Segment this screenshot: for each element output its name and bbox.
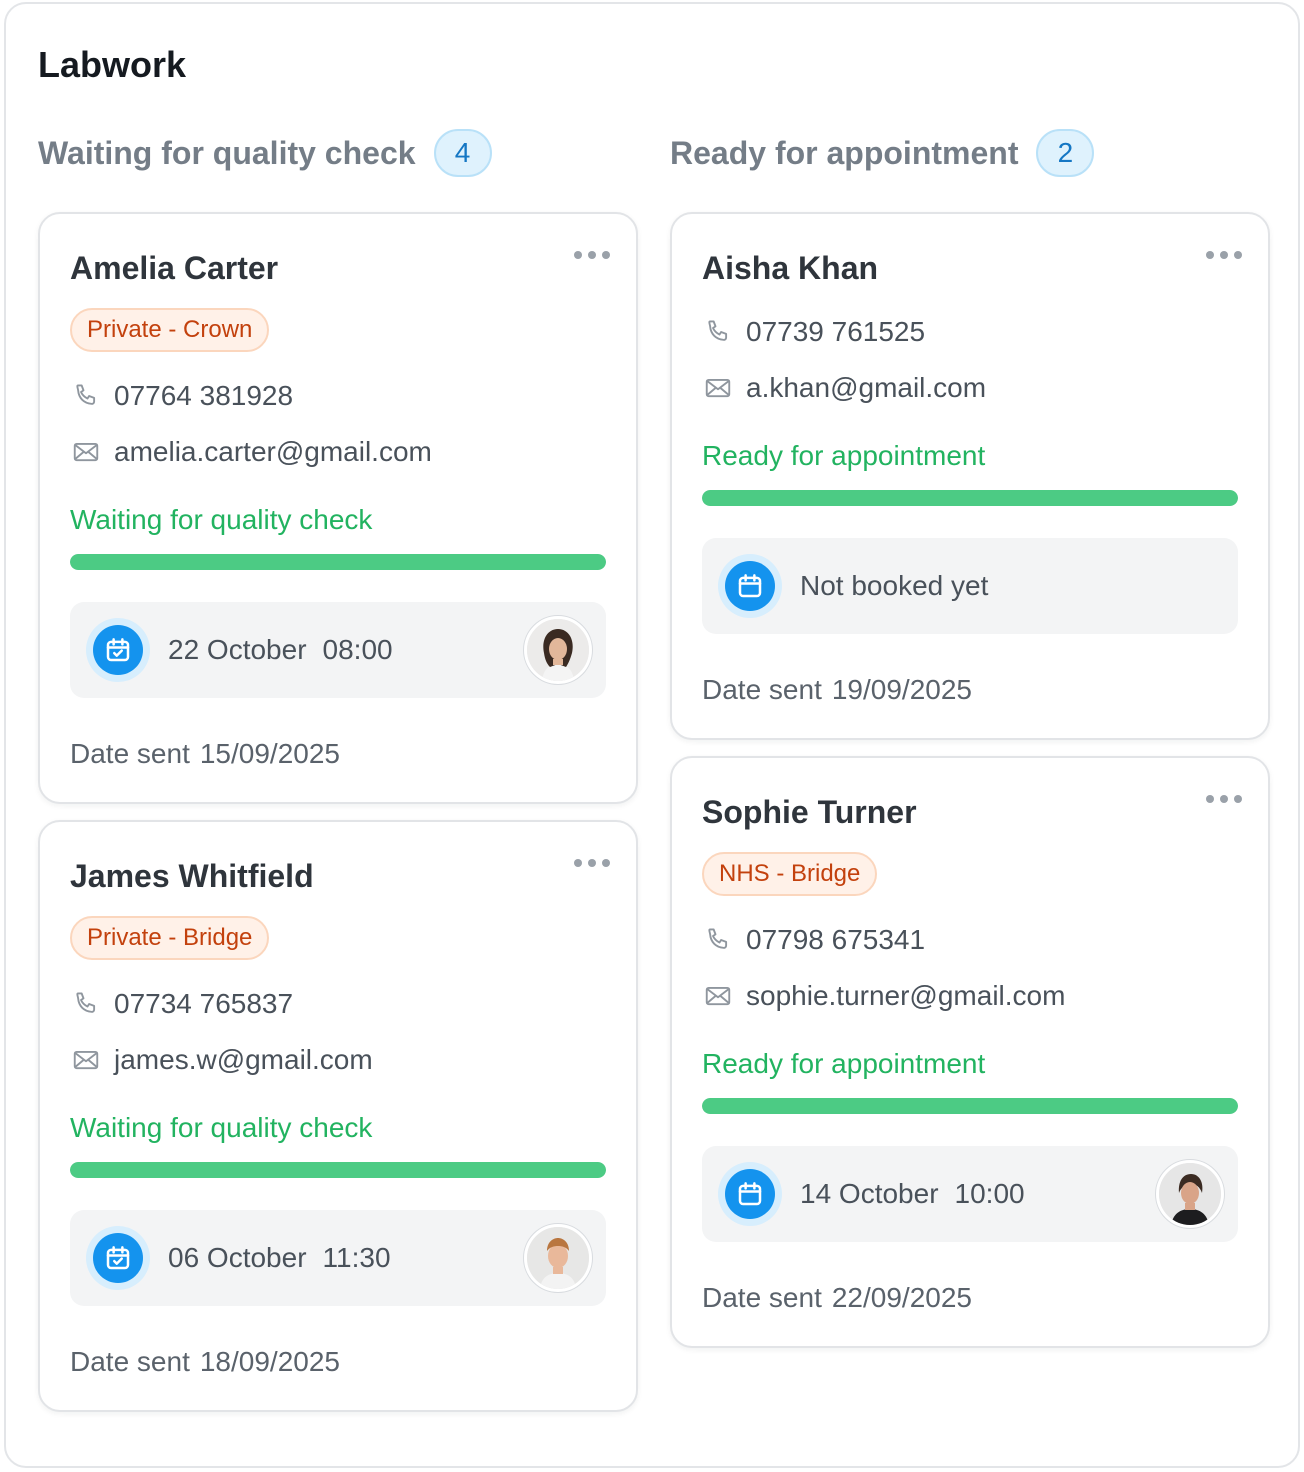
email-address: james.w@gmail.com [114, 1044, 373, 1075]
progress-fill [702, 1098, 1238, 1114]
column-title: Waiting for quality check [38, 134, 416, 171]
appointment-box[interactable]: 06 October 11:30 [70, 1210, 606, 1306]
progress-bar [702, 490, 1238, 506]
status-text: Waiting for quality check [70, 504, 373, 535]
date-sent-label: Date sent [70, 1346, 190, 1377]
email-address: amelia.carter@gmail.com [114, 436, 432, 467]
email-address: sophie.turner@gmail.com [746, 980, 1066, 1011]
progress-fill [70, 554, 606, 570]
date-sent-value: 19/09/2025 [831, 674, 972, 705]
mail-icon [702, 980, 734, 1012]
appointment-box[interactable]: 22 October 08:00 [70, 602, 606, 698]
appointment-box[interactable]: 14 October 10:00 [702, 1146, 1238, 1242]
calendar-check-icon [86, 618, 150, 682]
date-sent-value: 18/09/2025 [199, 1346, 340, 1377]
patient-card[interactable]: James Whitfield Private - Bridge 07734 7… [38, 820, 638, 1412]
avatar[interactable] [524, 616, 592, 684]
mail-icon [70, 1044, 102, 1076]
patient-name: Sophie Turner [702, 794, 917, 830]
date-sent-label: Date sent [702, 674, 822, 705]
patient-name: Aisha Khan [702, 250, 879, 286]
more-icon[interactable] [1206, 792, 1242, 806]
treatment-tag: Private - Bridge [70, 916, 270, 960]
appointment-time: 10:00 [954, 1178, 1025, 1209]
appointment-date: 22 October [168, 634, 307, 665]
calendar-check-icon [86, 1226, 150, 1290]
appointment-status: Not booked yet [800, 570, 989, 601]
column-ready-for-appointment: Ready for appointment 2 Aisha Khan 07739… [670, 128, 1270, 1364]
status-text: Ready for appointment [702, 1048, 986, 1079]
email-address: a.khan@gmail.com [746, 372, 987, 403]
patient-card[interactable]: Aisha Khan 07739 761525 a.khan@gmail.com… [670, 212, 1270, 740]
phone-icon [70, 380, 102, 412]
date-sent: Date sent 19/09/2025 [702, 672, 1238, 708]
email-row[interactable]: james.w@gmail.com [70, 1040, 606, 1080]
date-sent: Date sent 15/09/2025 [70, 736, 606, 772]
progress-fill [702, 490, 1238, 506]
count-badge: 4 [433, 129, 492, 177]
progress-bar [70, 554, 606, 570]
appointment-date: 14 October [800, 1178, 939, 1209]
date-sent-label: Date sent [702, 1282, 822, 1313]
more-icon[interactable] [1206, 248, 1242, 262]
column-header: Ready for appointment 2 [670, 128, 1270, 178]
phone-number: 07764 381928 [114, 380, 294, 411]
status-text: Ready for appointment [702, 440, 986, 471]
phone-number: 07798 675341 [746, 924, 926, 955]
board-title: Labwork [38, 44, 187, 85]
labwork-board: Labwork Waiting for quality check 4 Amel… [4, 2, 1300, 1468]
phone-number: 07739 761525 [746, 316, 926, 347]
date-sent-value: 22/09/2025 [831, 1282, 972, 1313]
column-header: Waiting for quality check 4 [38, 128, 638, 178]
appointment-date: 06 October [168, 1242, 307, 1273]
phone-row[interactable]: 07739 761525 [702, 312, 1238, 352]
avatar[interactable] [1156, 1160, 1224, 1228]
phone-icon [70, 988, 102, 1020]
email-row[interactable]: sophie.turner@gmail.com [702, 976, 1238, 1016]
date-sent: Date sent 18/09/2025 [70, 1344, 606, 1380]
column-waiting-quality-check: Waiting for quality check 4 Amelia Carte… [38, 128, 638, 1428]
patient-name: Amelia Carter [70, 250, 279, 286]
avatar[interactable] [524, 1224, 592, 1292]
email-row[interactable]: a.khan@gmail.com [702, 368, 1238, 408]
email-row[interactable]: amelia.carter@gmail.com [70, 432, 606, 472]
date-sent-label: Date sent [70, 738, 190, 769]
phone-row[interactable]: 07798 675341 [702, 920, 1238, 960]
mail-icon [70, 436, 102, 468]
progress-bar [702, 1098, 1238, 1114]
patient-name: James Whitfield [70, 858, 314, 894]
phone-icon [702, 316, 734, 348]
mail-icon [702, 372, 734, 404]
column-title: Ready for appointment [670, 134, 1019, 171]
appointment-time: 08:00 [322, 634, 393, 665]
date-sent: Date sent 22/09/2025 [702, 1280, 1238, 1316]
treatment-tag: Private - Crown [70, 308, 270, 352]
count-badge: 2 [1036, 129, 1095, 177]
patient-card[interactable]: Sophie Turner NHS - Bridge 07798 675341 … [670, 756, 1270, 1348]
date-sent-value: 15/09/2025 [199, 738, 340, 769]
progress-bar [70, 1162, 606, 1178]
appointment-time: 11:30 [322, 1242, 391, 1273]
phone-row[interactable]: 07764 381928 [70, 376, 606, 416]
appointment-box[interactable]: Not booked yet [702, 538, 1238, 634]
status-text: Waiting for quality check [70, 1112, 373, 1143]
progress-fill [70, 1162, 606, 1178]
phone-row[interactable]: 07734 765837 [70, 984, 606, 1024]
treatment-tag: NHS - Bridge [702, 852, 878, 896]
phone-number: 07734 765837 [114, 988, 294, 1019]
phone-icon [702, 924, 734, 956]
more-icon[interactable] [574, 248, 610, 262]
calendar-icon [718, 1162, 782, 1226]
calendar-icon [718, 554, 782, 618]
more-icon[interactable] [574, 856, 610, 870]
patient-card[interactable]: Amelia Carter Private - Crown 07764 3819… [38, 212, 638, 804]
